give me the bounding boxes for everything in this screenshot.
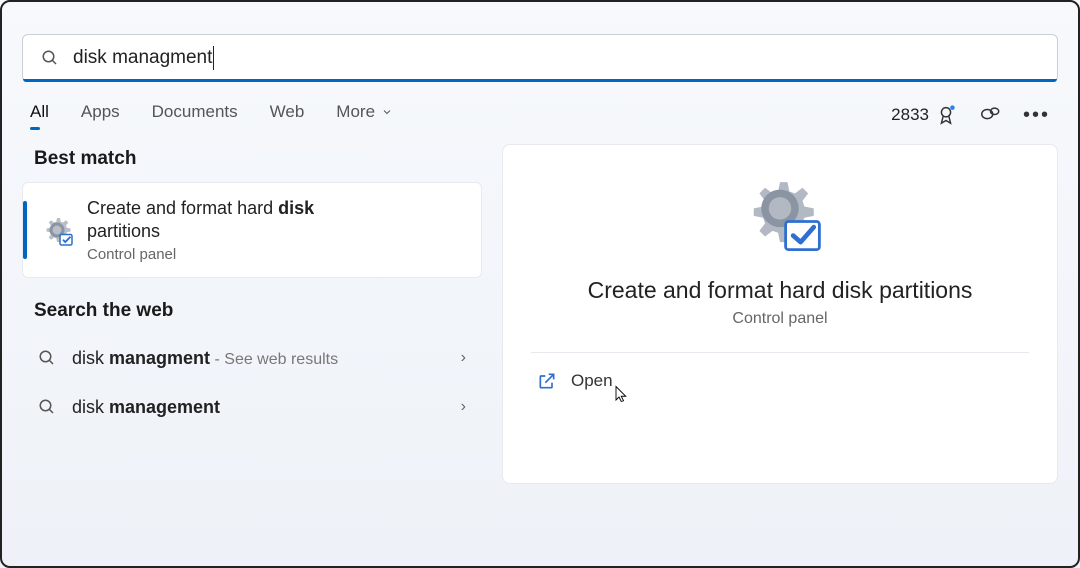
best-match-title-bold: disk [278,198,314,218]
web-result-item[interactable]: disk management › [22,383,482,432]
chevron-down-icon [381,106,393,118]
open-action[interactable]: Open [537,371,613,391]
web-result-item[interactable]: disk managment - See web results › [22,334,482,383]
tab-more[interactable]: More [336,102,393,128]
rewards-points-value: 2833 [891,105,929,125]
web-result-text: disk management [72,397,220,418]
tab-all[interactable]: All [30,102,49,128]
filter-tab-row: All Apps Documents Web More 2833 ••• [30,102,1050,128]
filter-tabs: All Apps Documents Web More [30,102,393,128]
tab-documents[interactable]: Documents [152,102,238,128]
text-caret [213,46,214,70]
results-area: Best match Create and format hard disk p… [22,144,1058,484]
tab-documents-label: Documents [152,102,238,122]
search-icon [38,398,56,416]
rewards-points[interactable]: 2833 [891,104,957,126]
preview-panel: Create and format hard disk partitions C… [502,144,1058,484]
tab-apps[interactable]: Apps [81,102,120,128]
open-label: Open [571,371,613,391]
gear-check-icon [735,169,825,259]
web-results-list: disk managment - See web results › disk … [22,334,482,432]
best-match-title-line2: partitions [87,221,160,241]
mouse-cursor-icon [613,385,631,407]
search-bar[interactable]: disk managment [22,34,1058,82]
gear-icon [39,212,75,248]
preview-subtitle: Control panel [732,310,827,328]
best-match-subtitle: Control panel [87,246,314,263]
best-match-heading: Best match [34,148,470,170]
chevron-right-icon: › [461,398,466,416]
search-icon [41,49,59,67]
search-web-heading: Search the web [34,300,470,322]
results-left-column: Best match Create and format hard disk p… [22,144,482,484]
search-input[interactable]: disk managment [73,46,1039,70]
tab-web-label: Web [270,102,305,122]
chevron-right-icon: › [461,349,466,367]
tab-apps-label: Apps [81,102,120,122]
preview-title: Create and format hard disk partitions [588,277,973,304]
tab-web[interactable]: Web [270,102,305,128]
best-match-result[interactable]: Create and format hard disk partitions C… [22,182,482,278]
open-external-icon [537,371,557,391]
medal-icon [935,104,957,126]
web-result-text: disk managment - See web results [72,348,338,369]
more-options-button[interactable]: ••• [1023,104,1050,127]
tab-all-label: All [30,102,49,122]
best-match-text: Create and format hard disk partitions C… [87,197,314,263]
best-match-title-prefix: Create and format hard [87,198,278,218]
chat-icon[interactable] [979,104,1001,126]
top-right-controls: 2833 ••• [891,104,1050,127]
search-query-text: disk managment [73,47,212,69]
divider [531,352,1030,353]
search-icon [38,349,56,367]
tab-more-label: More [336,102,375,122]
